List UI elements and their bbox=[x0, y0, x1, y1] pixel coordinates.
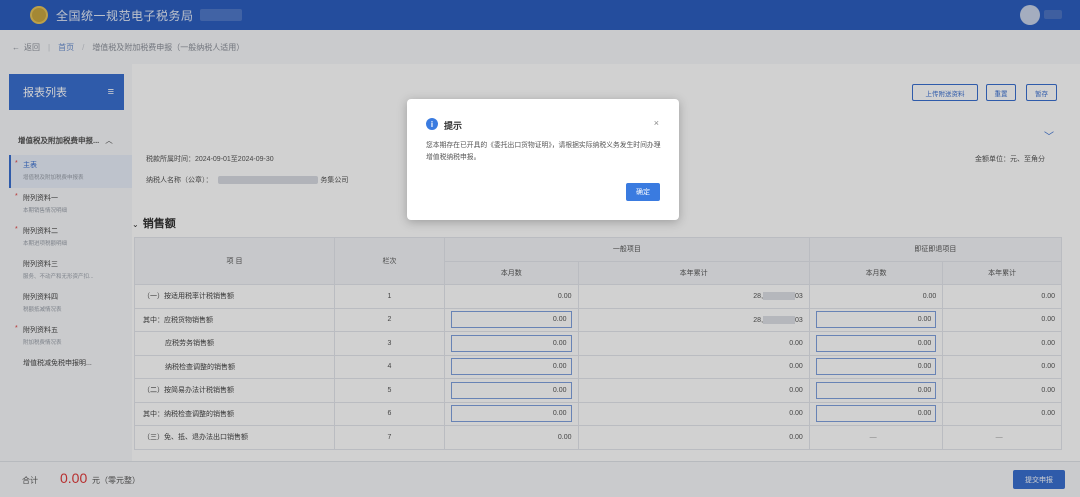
close-icon[interactable]: × bbox=[654, 118, 659, 128]
confirm-button[interactable]: 确定 bbox=[626, 183, 660, 201]
notice-dialog: i 提示 × 您本期存在已开具的《委托出口货物证明》，请根据实际纳税义务发生时间… bbox=[407, 99, 679, 220]
modal-overlay[interactable] bbox=[0, 0, 1080, 497]
dialog-message: 您本期存在已开具的《委托出口货物证明》，请根据实际纳税义务发生时间办理增值税纳税… bbox=[426, 142, 661, 161]
dialog-title: 提示 bbox=[444, 121, 463, 131]
info-icon: i bbox=[426, 118, 438, 130]
